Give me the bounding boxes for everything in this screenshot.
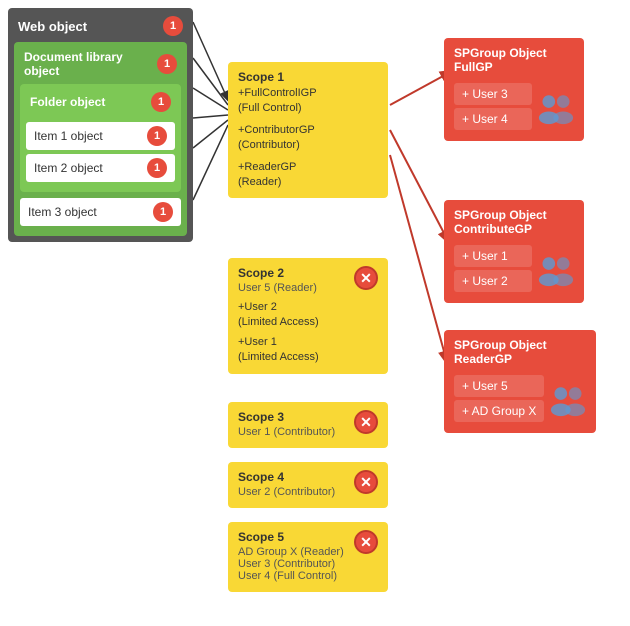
scope2-x-icon[interactable]: ✕ bbox=[354, 266, 378, 290]
folder-title: Folder object 1 bbox=[26, 90, 175, 118]
scope2-title: Scope 2 bbox=[238, 266, 319, 280]
spgroup-fullgp-title: SPGroup ObjectFullGP bbox=[454, 46, 574, 74]
spgroup-readergp-adgroupx: + AD Group X bbox=[454, 400, 544, 422]
scope5-subtitle: AD Group X (Reader)User 3 (Contributor)U… bbox=[238, 546, 344, 582]
scope5-title: Scope 5 bbox=[238, 530, 344, 544]
list-item: Item 2 object 1 bbox=[26, 154, 175, 182]
list-item: Item 1 object 1 bbox=[26, 122, 175, 150]
spgroup-readergp-user5: + User 5 bbox=[454, 375, 544, 397]
spgroup-fullgp-user4: + User 4 bbox=[454, 108, 532, 130]
diagram-container: Web object 1 Document library object 1 F… bbox=[0, 0, 630, 626]
scope5-content: Scope 5 AD Group X (Reader)User 3 (Contr… bbox=[238, 530, 378, 584]
scope3-title: Scope 3 bbox=[238, 410, 335, 424]
scope3-text: Scope 3 User 1 (Contributor) bbox=[238, 410, 335, 440]
scope4-x-icon[interactable]: ✕ bbox=[354, 470, 378, 494]
item1-label: Item 1 object bbox=[34, 129, 103, 143]
spgroup-readergp-box: SPGroup ObjectReaderGP + User 5 + AD Gro… bbox=[444, 330, 596, 433]
group-icon bbox=[538, 251, 574, 287]
scope2-content: Scope 2 User 5 (Reader) +User 2(Limited … bbox=[238, 266, 378, 366]
item1-badge: 1 bbox=[147, 126, 167, 146]
spgroup-contributegp-box: SPGroup ObjectContributeGP + User 1 + Us… bbox=[444, 200, 584, 303]
scope2-text: Scope 2 User 5 (Reader) +User 2(Limited … bbox=[238, 266, 319, 366]
spgroup-fullgp-user3: + User 3 bbox=[454, 83, 532, 105]
item2-badge: 1 bbox=[147, 158, 167, 178]
scope4-box: Scope 4 User 2 (Contributor) ✕ bbox=[228, 462, 388, 508]
scope5-box: Scope 5 AD Group X (Reader)User 3 (Contr… bbox=[228, 522, 388, 592]
scope4-content: Scope 4 User 2 (Contributor) ✕ bbox=[238, 470, 378, 500]
scope2-entry1: +User 2(Limited Access) bbox=[238, 300, 319, 331]
doc-library-title: Document library object 1 bbox=[20, 48, 181, 84]
spgroup-contributegp-title: SPGroup ObjectContributeGP bbox=[454, 208, 574, 236]
web-object-label: Web object bbox=[18, 19, 87, 34]
scope3-box: Scope 3 User 1 (Contributor) ✕ bbox=[228, 402, 388, 448]
scope1-box: Scope 1 +FullControlIGP(Full Control) +C… bbox=[228, 62, 388, 198]
scope1-entry1: +FullControlIGP(Full Control) bbox=[238, 86, 378, 117]
doc-library-badge: 1 bbox=[157, 54, 177, 74]
doc-library-label: Document library object bbox=[24, 50, 157, 78]
scope3-subtitle: User 1 (Contributor) bbox=[238, 426, 335, 438]
doc-library-panel: Document library object 1 Folder object … bbox=[14, 42, 187, 236]
scope2-subtitle: User 5 (Reader) bbox=[238, 282, 319, 294]
folder-panel: Folder object 1 Item 1 object 1 Item 2 o… bbox=[20, 84, 181, 192]
scope1-entry3: +ReaderGP(Reader) bbox=[238, 160, 378, 191]
folder-badge: 1 bbox=[151, 92, 171, 112]
list-item: Item 3 object 1 bbox=[20, 198, 181, 226]
scope1-entry2: +ContributorGP(Contributor) bbox=[238, 123, 378, 154]
scope2-entry2: +User 1(Limited Access) bbox=[238, 335, 319, 366]
scope4-title: Scope 4 bbox=[238, 470, 335, 484]
web-object-badge: 1 bbox=[163, 16, 183, 36]
scope3-content: Scope 3 User 1 (Contributor) ✕ bbox=[238, 410, 378, 440]
group-icon bbox=[550, 381, 586, 417]
group-icon bbox=[538, 89, 574, 125]
item3-label: Item 3 object bbox=[28, 205, 97, 219]
folder-label: Folder object bbox=[30, 95, 105, 109]
spgroup-contributegp-user1: + User 1 bbox=[454, 245, 532, 267]
scope5-text: Scope 5 AD Group X (Reader)User 3 (Contr… bbox=[238, 530, 344, 584]
scope4-subtitle: User 2 (Contributor) bbox=[238, 486, 335, 498]
scope1-title: Scope 1 bbox=[238, 70, 378, 84]
web-object-title: Web object 1 bbox=[14, 14, 187, 42]
scope3-x-icon[interactable]: ✕ bbox=[354, 410, 378, 434]
web-object-panel: Web object 1 Document library object 1 F… bbox=[8, 8, 193, 242]
spgroup-readergp-title: SPGroup ObjectReaderGP bbox=[454, 338, 586, 366]
scope2-box: Scope 2 User 5 (Reader) +User 2(Limited … bbox=[228, 258, 388, 374]
item3-badge: 1 bbox=[153, 202, 173, 222]
spgroup-contributegp-user2: + User 2 bbox=[454, 270, 532, 292]
item2-label: Item 2 object bbox=[34, 161, 103, 175]
spgroup-fullgp-box: SPGroup ObjectFullGP + User 3 + User 4 bbox=[444, 38, 584, 141]
scope5-x-icon[interactable]: ✕ bbox=[354, 530, 378, 554]
scope4-text: Scope 4 User 2 (Contributor) bbox=[238, 470, 335, 500]
